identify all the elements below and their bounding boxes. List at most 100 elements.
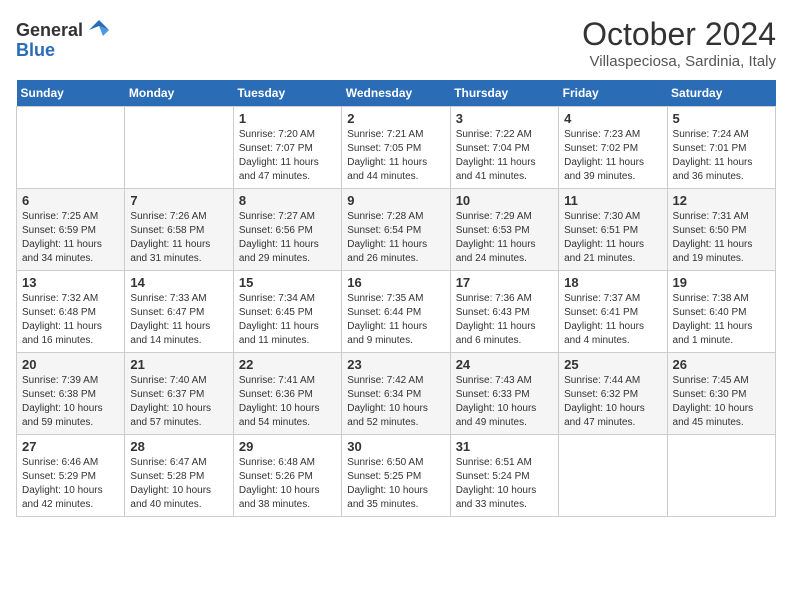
day-number: 3 [456,111,553,126]
calendar-cell: 10Sunrise: 7:29 AM Sunset: 6:53 PM Dayli… [450,189,558,271]
day-number: 29 [239,439,336,454]
day-number: 28 [130,439,227,454]
col-header-sunday: Sunday [17,80,125,107]
day-info: Sunrise: 7:24 AM Sunset: 7:01 PM Dayligh… [673,128,770,184]
day-number: 5 [673,111,770,126]
day-info: Sunrise: 7:34 AM Sunset: 6:45 PM Dayligh… [239,292,336,348]
day-info: Sunrise: 7:26 AM Sunset: 6:58 PM Dayligh… [130,210,227,266]
day-number: 19 [673,275,770,290]
day-number: 2 [347,111,444,126]
day-info: Sunrise: 7:31 AM Sunset: 6:50 PM Dayligh… [673,210,770,266]
day-number: 22 [239,357,336,372]
day-number: 21 [130,357,227,372]
day-number: 6 [22,193,119,208]
calendar-cell: 1 Sunrise: 7:20 AM Sunset: 7:07 PM Daylig… [233,107,341,189]
day-number: 31 [456,439,553,454]
day-info: Sunrise: 7:29 AM Sunset: 6:53 PM Dayligh… [456,210,553,266]
day-number: 20 [22,357,119,372]
logo-general: General [16,20,83,41]
calendar-table: SundayMondayTuesdayWednesdayThursdayFrid… [16,80,776,517]
day-info: Sunrise: 7:23 AM Sunset: 7:02 PM Dayligh… [564,128,661,184]
calendar-cell: 14 Sunrise: 7:33 AM Sunset: 6:47 PM Dayli… [125,271,233,353]
calendar-cell: 24 Sunrise: 7:43 AM Sunset: 6:33 PM Dayli… [450,353,558,435]
col-header-wednesday: Wednesday [342,80,450,107]
day-number: 16 [347,275,444,290]
day-number: 14 [130,275,227,290]
col-header-saturday: Saturday [667,80,775,107]
day-info: Sunrise: 7:38 AM Sunset: 6:40 PM Dayligh… [673,292,770,348]
day-number: 1 [239,111,336,126]
calendar-cell [17,107,125,189]
day-info: Sunrise: 7:44 AM Sunset: 6:32 PM Dayligh… [564,374,661,430]
day-number: 25 [564,357,661,372]
calendar-cell: 8Sunrise: 7:27 AM Sunset: 6:56 PM Daylig… [233,189,341,271]
day-number: 8 [239,193,336,208]
calendar-cell: 18Sunrise: 7:37 AM Sunset: 6:41 PM Dayli… [559,271,667,353]
calendar-cell: 23Sunrise: 7:42 AM Sunset: 6:34 PM Dayli… [342,353,450,435]
col-header-tuesday: Tuesday [233,80,341,107]
day-number: 30 [347,439,444,454]
day-info: Sunrise: 7:39 AM Sunset: 6:38 PM Dayligh… [22,374,119,430]
day-info: Sunrise: 6:51 AM Sunset: 5:24 PM Dayligh… [456,456,553,512]
day-info: Sunrise: 7:42 AM Sunset: 6:34 PM Dayligh… [347,374,444,430]
calendar-cell: 19 Sunrise: 7:38 AM Sunset: 6:40 PM Dayli… [667,271,775,353]
calendar-cell [667,435,775,517]
day-info: Sunrise: 7:25 AM Sunset: 6:59 PM Dayligh… [22,210,119,266]
day-number: 4 [564,111,661,126]
col-header-thursday: Thursday [450,80,558,107]
day-info: Sunrise: 7:43 AM Sunset: 6:33 PM Dayligh… [456,374,553,430]
calendar-cell: 16 Sunrise: 7:35 AM Sunset: 6:44 PM Dayli… [342,271,450,353]
calendar-cell: 2 Sunrise: 7:21 AM Sunset: 7:05 PM Daylig… [342,107,450,189]
day-number: 26 [673,357,770,372]
calendar-cell [559,435,667,517]
day-info: Sunrise: 6:48 AM Sunset: 5:26 PM Dayligh… [239,456,336,512]
calendar-cell: 7Sunrise: 7:26 AM Sunset: 6:58 PM Daylig… [125,189,233,271]
day-info: Sunrise: 7:21 AM Sunset: 7:05 PM Dayligh… [347,128,444,184]
calendar-cell [125,107,233,189]
day-info: Sunrise: 7:36 AM Sunset: 6:43 PM Dayligh… [456,292,553,348]
day-info: Sunrise: 7:22 AM Sunset: 7:04 PM Dayligh… [456,128,553,184]
calendar-cell: 30Sunrise: 6:50 AM Sunset: 5:25 PM Dayli… [342,435,450,517]
logo: General Blue [16,16,113,61]
day-info: Sunrise: 7:41 AM Sunset: 6:36 PM Dayligh… [239,374,336,430]
calendar-cell: 13Sunrise: 7:32 AM Sunset: 6:48 PM Dayli… [17,271,125,353]
day-number: 17 [456,275,553,290]
calendar-cell: 5 Sunrise: 7:24 AM Sunset: 7:01 PM Daylig… [667,107,775,189]
month-year-title: October 2024 [582,16,776,53]
day-info: Sunrise: 7:40 AM Sunset: 6:37 PM Dayligh… [130,374,227,430]
calendar-cell: 15 Sunrise: 7:34 AM Sunset: 6:45 PM Dayli… [233,271,341,353]
calendar-cell: 12 Sunrise: 7:31 AM Sunset: 6:50 PM Dayli… [667,189,775,271]
calendar-cell: 21 Sunrise: 7:40 AM Sunset: 6:37 PM Dayli… [125,353,233,435]
col-header-monday: Monday [125,80,233,107]
calendar-cell: 6 Sunrise: 7:25 AM Sunset: 6:59 PM Daylig… [17,189,125,271]
logo-blue: Blue [16,40,55,61]
calendar-cell: 4 Sunrise: 7:23 AM Sunset: 7:02 PM Daylig… [559,107,667,189]
calendar-cell: 22 Sunrise: 7:41 AM Sunset: 6:36 PM Dayli… [233,353,341,435]
day-number: 18 [564,275,661,290]
day-number: 15 [239,275,336,290]
day-number: 12 [673,193,770,208]
day-number: 27 [22,439,119,454]
calendar-cell: 9Sunrise: 7:28 AM Sunset: 6:54 PM Daylig… [342,189,450,271]
day-info: Sunrise: 7:30 AM Sunset: 6:51 PM Dayligh… [564,210,661,266]
calendar-cell: 11 Sunrise: 7:30 AM Sunset: 6:51 PM Dayli… [559,189,667,271]
day-number: 11 [564,193,661,208]
calendar-cell: 27 Sunrise: 6:46 AM Sunset: 5:29 PM Dayli… [17,435,125,517]
day-number: 24 [456,357,553,372]
day-info: Sunrise: 7:28 AM Sunset: 6:54 PM Dayligh… [347,210,444,266]
day-info: Sunrise: 6:46 AM Sunset: 5:29 PM Dayligh… [22,456,119,512]
day-info: Sunrise: 7:35 AM Sunset: 6:44 PM Dayligh… [347,292,444,348]
day-info: Sunrise: 7:45 AM Sunset: 6:30 PM Dayligh… [673,374,770,430]
location-subtitle: Villaspeciosa, Sardinia, Italy [582,53,776,70]
logo-bird-icon [85,16,113,44]
col-header-friday: Friday [559,80,667,107]
page-header: General Blue October 2024 Villaspeciosa,… [16,16,776,70]
calendar-cell: 29 Sunrise: 6:48 AM Sunset: 5:26 PM Dayli… [233,435,341,517]
day-info: Sunrise: 6:47 AM Sunset: 5:28 PM Dayligh… [130,456,227,512]
day-info: Sunrise: 7:33 AM Sunset: 6:47 PM Dayligh… [130,292,227,348]
calendar-cell: 3 Sunrise: 7:22 AM Sunset: 7:04 PM Daylig… [450,107,558,189]
day-info: Sunrise: 7:20 AM Sunset: 7:07 PM Dayligh… [239,128,336,184]
title-block: October 2024 Villaspeciosa, Sardinia, It… [582,16,776,70]
calendar-cell: 26 Sunrise: 7:45 AM Sunset: 6:30 PM Dayli… [667,353,775,435]
day-number: 13 [22,275,119,290]
